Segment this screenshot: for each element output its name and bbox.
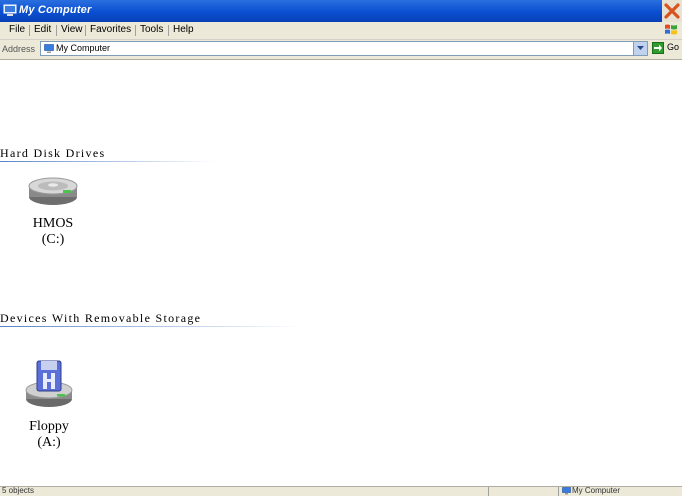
menu-view[interactable]: View [61,24,83,35]
drive-a[interactable]: Floppy (A:) [9,357,89,451]
menu-separator [168,25,169,36]
floppy-drive-icon [25,360,73,407]
menu-separator [56,25,57,36]
section-removable-storage: Devices With Removable Storage [0,311,202,325]
drive-c[interactable]: HMOS (C:) [13,171,93,248]
menu-file[interactable]: File [9,24,25,35]
menu-help[interactable]: Help [173,24,194,35]
section-divider [0,161,215,162]
drive-letter: (A:) [37,435,61,450]
menu-separator [85,25,86,36]
address-dropdown-button[interactable] [633,42,647,55]
status-object-count: 5 objects [2,486,35,495]
go-button[interactable]: Go [652,42,682,56]
go-arrow-icon [652,42,664,54]
status-location: My Computer [572,486,621,495]
menu-favorites[interactable]: Favorites [90,24,131,35]
address-input[interactable]: My Computer [40,41,648,56]
address-value: My Computer [56,43,111,53]
hard-drive-icon [28,177,78,205]
menu-separator [135,25,136,36]
my-computer-icon [3,4,17,16]
menu-tools[interactable]: Tools [140,24,163,35]
go-label: Go [667,42,680,52]
section-divider [0,326,300,327]
window-title: My Computer [19,4,92,16]
my-computer-icon [44,44,54,53]
close-icon [664,3,680,19]
my-computer-icon [562,487,571,495]
title-bar[interactable]: My Computer [0,0,682,22]
menu-edit[interactable]: Edit [34,24,51,35]
drive-letter: (C:) [41,232,65,247]
section-hard-disk-drives: Hard Disk Drives [0,146,106,160]
address-label: Address [2,44,36,54]
address-bar: Address My Computer Go [0,40,682,60]
close-button[interactable] [662,0,682,22]
menu-bar: File Edit View Favorites Tools Help [0,22,682,40]
drive-name: HMOS [32,216,74,231]
chevron-down-icon [637,46,644,50]
drive-name: Floppy [29,419,69,434]
menu-separator [29,25,30,36]
windows-logo-icon [665,24,677,35]
